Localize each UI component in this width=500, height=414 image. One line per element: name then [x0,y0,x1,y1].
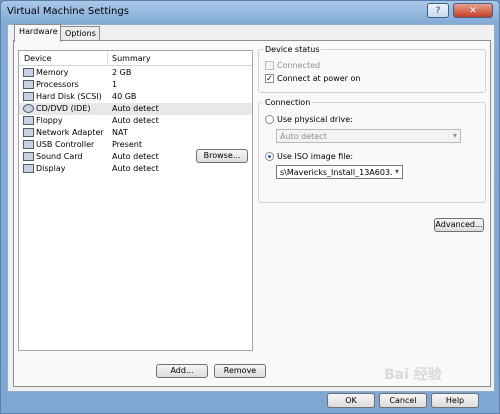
device-name: Memory [36,68,69,77]
device-summary: Auto detect [112,104,159,113]
help-button[interactable]: Help [431,393,479,408]
device-row-floppy[interactable]: Floppy Auto detect [19,115,252,127]
usb-icon [23,140,34,149]
iso-path-combo[interactable]: s\Mavericks_Install_13A603.cdr ▾ [276,165,403,179]
connected-label: Connected [277,61,321,70]
column-divider[interactable] [107,51,108,65]
device-summary: Auto detect [112,116,159,125]
device-summary: Present [112,140,143,149]
processor-icon [23,80,34,89]
column-summary[interactable]: Summary [112,54,151,63]
iso-image-radio[interactable] [265,152,274,161]
device-summary: NAT [112,128,128,137]
add-button[interactable]: Add... [156,364,208,378]
device-name: USB Controller [36,140,95,149]
chevron-down-icon: ▾ [394,167,399,176]
device-status-legend: Device status [265,45,320,54]
device-row-cd-dvd[interactable]: CD/DVD (IDE) Auto detect [19,103,252,115]
device-name: Floppy [36,116,63,125]
list-header: Device Summary [19,51,252,66]
connected-checkbox[interactable] [265,61,274,70]
tab-options[interactable]: Options [60,26,100,41]
device-row-processors[interactable]: Processors 1 [19,79,252,91]
device-row-hard-disk[interactable]: Hard Disk (SCSI) 40 GB [19,91,252,103]
device-name: Processors [36,80,79,89]
device-row-memory[interactable]: Memory 2 GB [19,67,252,79]
hardware-panel: Device Summary Memory 2 GB Processors 1 [13,40,491,387]
physical-drive-label: Use physical drive: [277,115,353,124]
device-list[interactable]: Device Summary Memory 2 GB Processors 1 [18,50,253,351]
advanced-button[interactable]: Advanced... [434,218,484,232]
iso-path-value: s\Mavericks_Install_13A603.cdr [280,168,392,177]
device-row-display[interactable]: Display Auto detect [19,163,252,175]
settings-window: Virtual Machine Settings ? ✕ Hardware Op… [0,0,500,414]
device-name: Network Adapter [36,128,104,137]
remove-button[interactable]: Remove [214,364,266,378]
physical-drive-value: Auto detect [280,132,327,141]
ok-button[interactable]: OK [327,393,375,408]
hard-disk-icon [23,92,34,101]
floppy-icon [23,116,34,125]
device-name: Hard Disk (SCSI) [36,92,102,101]
connection-group: Connection Use physical drive: Auto dete… [258,98,486,203]
cancel-button[interactable]: Cancel [379,393,427,408]
device-name: Sound Card [36,152,83,161]
help-title-button[interactable]: ? [427,3,449,18]
device-summary: Auto detect [112,152,159,161]
connection-legend: Connection [265,98,311,107]
device-summary: 1 [112,80,118,89]
browse-button[interactable]: Browse... [196,149,248,163]
device-summary: Auto detect [112,164,159,173]
column-device[interactable]: Device [24,54,51,63]
device-status-group: Device status Connected ✓ Connect at pow… [258,45,486,93]
physical-drive-radio[interactable] [265,115,274,124]
display-icon [23,164,34,173]
device-summary: 2 GB [112,68,132,77]
window-title: Virtual Machine Settings [7,6,129,17]
close-button[interactable]: ✕ [453,3,493,18]
device-name: Display [36,164,66,173]
cd-dvd-icon [23,104,34,113]
watermark-logo: Bai 经验 [384,367,442,383]
tab-hardware[interactable]: Hardware [14,24,61,42]
title-bar: Virtual Machine Settings ? ✕ [1,1,499,23]
dialog-body: Hardware Options Device Summary Memory 2… [7,24,495,392]
sound-card-icon [23,152,34,161]
physical-drive-select[interactable]: Auto detect ▾ [276,129,461,143]
chevron-down-icon: ▾ [452,131,457,140]
connect-at-power-on-label: Connect at power on [277,74,361,83]
memory-icon [23,68,34,77]
iso-image-label: Use ISO image file: [277,152,354,161]
device-row-network-adapter[interactable]: Network Adapter NAT [19,127,252,139]
device-summary: 40 GB [112,92,137,101]
device-name: CD/DVD (IDE) [36,104,91,113]
network-adapter-icon [23,128,34,137]
connect-at-power-on-checkbox[interactable]: ✓ [265,74,274,83]
